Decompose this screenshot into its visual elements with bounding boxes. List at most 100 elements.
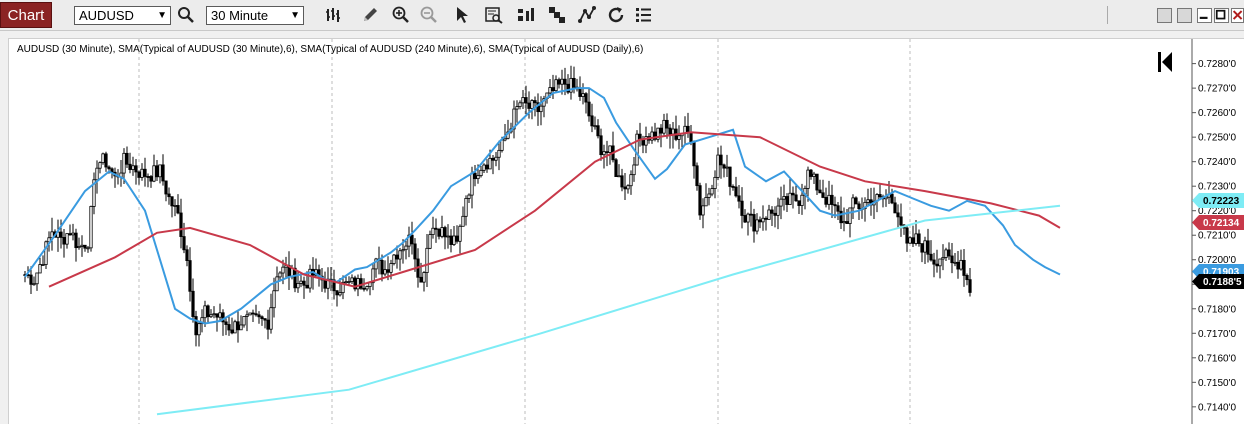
candle-body	[626, 185, 630, 190]
candle-body	[956, 261, 960, 270]
candle-body	[305, 284, 309, 289]
close-button[interactable]	[1231, 8, 1244, 23]
badge-sma-daily-label: 0.72223	[1203, 196, 1240, 207]
scroll-to-start-icon[interactable]	[1157, 51, 1173, 73]
candle-body	[248, 312, 252, 316]
candle-body	[830, 194, 834, 205]
price-tick-label: 0.7260'0	[1198, 108, 1236, 119]
candle-body	[389, 263, 393, 273]
chart-tab[interactable]: Chart	[0, 2, 52, 28]
candle-body	[899, 216, 903, 226]
candle-body	[602, 151, 606, 156]
price-tick-label: 0.7160'0	[1198, 353, 1236, 364]
candle-body	[443, 227, 447, 238]
candle-body	[500, 139, 504, 151]
symbol-select[interactable]: AUDUSD ▼	[74, 6, 171, 25]
candle-body	[128, 163, 132, 170]
candle-body	[107, 166, 111, 170]
candle-body	[911, 237, 915, 244]
candle-body	[605, 151, 609, 154]
candle-body	[932, 259, 936, 265]
candle-body	[209, 314, 213, 318]
candle-body	[497, 149, 501, 158]
candle-body	[785, 196, 789, 205]
candle-body	[836, 205, 840, 212]
candle-body	[32, 283, 36, 286]
candle-body	[761, 217, 765, 223]
candle-body	[224, 321, 228, 325]
toolbar: Chart AUDUSD ▼ 30 Minute ▼	[0, 0, 1244, 31]
candle-body	[299, 280, 303, 284]
chart-panel[interactable]: 0.7280'0 0.7270'0 0.7260'0 0.7250'0 0.7240'0…	[8, 38, 1244, 424]
candle-body	[962, 259, 966, 276]
candle-body	[251, 312, 255, 315]
candle-body	[170, 196, 174, 207]
indicators-icon[interactable]	[516, 5, 536, 25]
zoom-in-icon[interactable]	[391, 5, 411, 25]
minimize-button[interactable]	[1197, 8, 1212, 23]
candle-body	[947, 249, 951, 257]
candle-body	[698, 185, 702, 216]
candle-body	[716, 154, 720, 178]
candle-body	[242, 316, 246, 326]
candle-body	[581, 93, 585, 97]
candle-body	[476, 175, 480, 180]
candle-body	[254, 313, 258, 316]
cursor-arrow-icon[interactable]	[452, 5, 472, 25]
candle-body	[692, 141, 696, 167]
candle-body	[206, 305, 210, 318]
candle-body	[404, 245, 408, 251]
candle-body	[746, 213, 750, 223]
data-box-icon[interactable]	[484, 5, 504, 25]
candle-body	[824, 197, 828, 205]
candle-body	[713, 176, 717, 189]
candle-body	[929, 253, 933, 261]
candle-body	[590, 115, 594, 127]
candle-body	[812, 173, 816, 177]
refresh-icon[interactable]	[606, 5, 626, 25]
candle-body	[158, 164, 162, 178]
window-float-button[interactable]	[1157, 8, 1172, 23]
maximize-button[interactable]	[1214, 8, 1229, 23]
candle-body	[239, 324, 243, 331]
candle-body	[185, 249, 189, 261]
candle-body	[665, 119, 669, 129]
draw-tools-icon[interactable]	[577, 5, 597, 25]
candle-body	[161, 164, 165, 182]
candle-body	[938, 258, 942, 267]
candle-body	[167, 193, 171, 198]
list-icon[interactable]	[634, 5, 654, 25]
candle-body	[155, 165, 159, 178]
candle-body	[635, 133, 639, 166]
candle-body	[896, 212, 900, 218]
price-chart[interactable]: 0.7280'0 0.7270'0 0.7260'0 0.7250'0 0.7240'0…	[9, 39, 1244, 424]
candle-body	[173, 205, 177, 207]
price-tick-label: 0.7210'0	[1198, 231, 1236, 242]
candle-body	[245, 314, 249, 317]
candle-body	[203, 305, 207, 319]
candle-body	[29, 274, 33, 285]
candle-body	[719, 154, 723, 166]
chevron-down-icon: ▼	[157, 10, 167, 21]
candle-body	[227, 324, 231, 331]
window-tile-button[interactable]	[1177, 8, 1192, 23]
toolbar-separator	[1107, 6, 1108, 24]
search-icon[interactable]	[176, 5, 196, 25]
candle-body	[731, 186, 735, 188]
price-tick-label: 0.7270'0	[1198, 84, 1236, 95]
pattern-icon[interactable]	[547, 5, 567, 25]
interval-select[interactable]: 30 Minute ▼	[206, 6, 304, 25]
zoom-out-icon[interactable]	[419, 5, 439, 25]
pencil-icon[interactable]	[360, 5, 380, 25]
candle-body	[335, 290, 339, 296]
bar-type-icon[interactable]	[324, 5, 344, 25]
badge-sma-240-label: 0.72134	[1203, 218, 1240, 229]
candle-body	[779, 198, 783, 207]
candle-body	[419, 276, 423, 283]
candle-body	[944, 249, 948, 258]
candle-body	[479, 169, 483, 177]
candle-body	[704, 197, 708, 207]
candle-body	[617, 175, 621, 178]
candle-body	[464, 198, 468, 217]
candle-body	[446, 235, 450, 238]
